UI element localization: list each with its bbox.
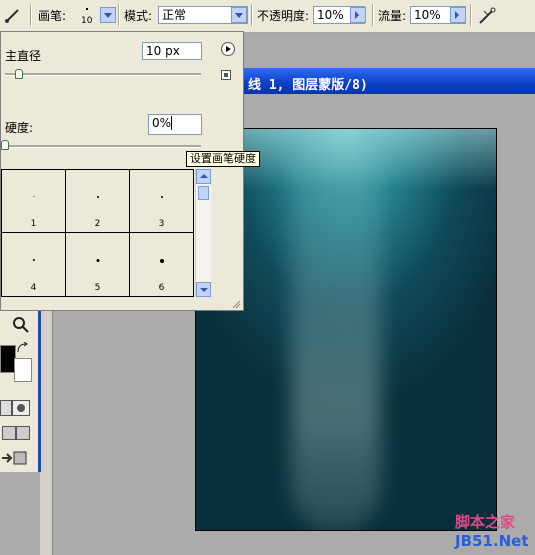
options-bar: 画笔: 10 模式: 正常 不透明度: 10% 流量: 10%	[0, 0, 535, 33]
document-title-bar[interactable]: 线 1, 图层蒙版/8)	[244, 68, 535, 94]
brush-preset-item[interactable]: 1	[2, 170, 66, 233]
hardness-tooltip: 设置画笔硬度	[186, 151, 260, 167]
screen-mode-icon-1[interactable]	[2, 426, 16, 440]
brush-tool-icon[interactable]	[2, 6, 24, 26]
hardness-label: 硬度:	[5, 121, 34, 135]
brush-preset-panel: 主直径 10 px 硬度: 0% 1 2 3 4 5 6	[0, 31, 244, 311]
toolbox-panel	[0, 300, 41, 472]
play-arrow-icon	[226, 46, 231, 52]
diameter-slider-thumb[interactable]	[14, 69, 23, 79]
chevron-down-icon	[104, 13, 112, 18]
chevron-up-icon	[200, 174, 208, 178]
opacity-value: 10%	[317, 8, 344, 22]
scroll-down-button[interactable]	[196, 282, 211, 297]
flow-slider-button[interactable]	[450, 7, 466, 23]
screen-mode-icon-2[interactable]	[16, 426, 30, 440]
jump-to-imageready-icon[interactable]	[0, 450, 28, 466]
flow-label: 流量:	[378, 9, 407, 23]
brush-preset-item[interactable]: 2	[66, 170, 130, 233]
resize-grip-icon[interactable]	[231, 298, 241, 309]
scroll-up-button[interactable]	[196, 169, 211, 184]
brush-size-label: 10	[81, 16, 93, 26]
brush-preset-item[interactable]: 5	[66, 233, 130, 296]
panel-menu-button[interactable]	[221, 42, 235, 56]
mode-dropdown-button[interactable]	[231, 7, 247, 23]
chevron-down-icon	[235, 13, 243, 18]
brush-preset-item[interactable]: 4	[2, 233, 66, 296]
preset-scrollbar[interactable]	[195, 169, 211, 297]
watermark-site-text: JB51.Net	[455, 532, 529, 550]
reset-size-icon[interactable]	[221, 70, 231, 80]
hardness-value: 0%	[152, 116, 172, 130]
brush-preset-picker[interactable]: 10	[76, 4, 98, 28]
mode-value: 正常	[162, 8, 187, 22]
brush-dropdown-button[interactable]	[100, 7, 116, 23]
quick-mask-mode-icon[interactable]	[12, 400, 30, 416]
master-diameter-input[interactable]: 10 px	[142, 42, 202, 60]
hardness-slider-thumb[interactable]	[1, 140, 9, 150]
document-title: 线 1, 图层蒙版/8)	[248, 78, 368, 93]
brush-preset-item[interactable]: 6	[130, 233, 193, 296]
chevron-down-icon	[200, 288, 208, 292]
opacity-slider-button[interactable]	[350, 7, 366, 23]
zoom-tool-icon[interactable]	[12, 316, 30, 334]
light-beam	[291, 129, 381, 530]
mode-label: 模式:	[124, 9, 153, 23]
scroll-thumb[interactable]	[198, 186, 209, 200]
diameter-slider-track[interactable]	[5, 73, 201, 76]
background-color-swatch[interactable]	[14, 358, 32, 382]
watermark-logo-text: 脚本之家	[455, 513, 516, 531]
brush-label: 画笔:	[38, 9, 67, 23]
master-diameter-value: 10 px	[146, 44, 180, 58]
brush-preset-item[interactable]: 3	[130, 170, 193, 233]
brush-dot-icon	[86, 8, 88, 10]
standard-mode-icon[interactable]	[0, 400, 12, 416]
brush-preset-grid: 1 2 3 4 5 6	[1, 169, 194, 297]
opacity-label: 不透明度:	[257, 9, 310, 23]
play-arrow-icon	[455, 11, 459, 19]
swap-colors-icon[interactable]	[16, 341, 28, 354]
hardness-slider-track[interactable]	[5, 145, 201, 148]
hardness-input[interactable]: 0%	[148, 114, 202, 135]
airbrush-icon[interactable]	[476, 5, 498, 27]
master-diameter-label: 主直径	[5, 49, 42, 63]
play-arrow-icon	[355, 11, 359, 19]
flow-value: 10%	[414, 8, 441, 22]
